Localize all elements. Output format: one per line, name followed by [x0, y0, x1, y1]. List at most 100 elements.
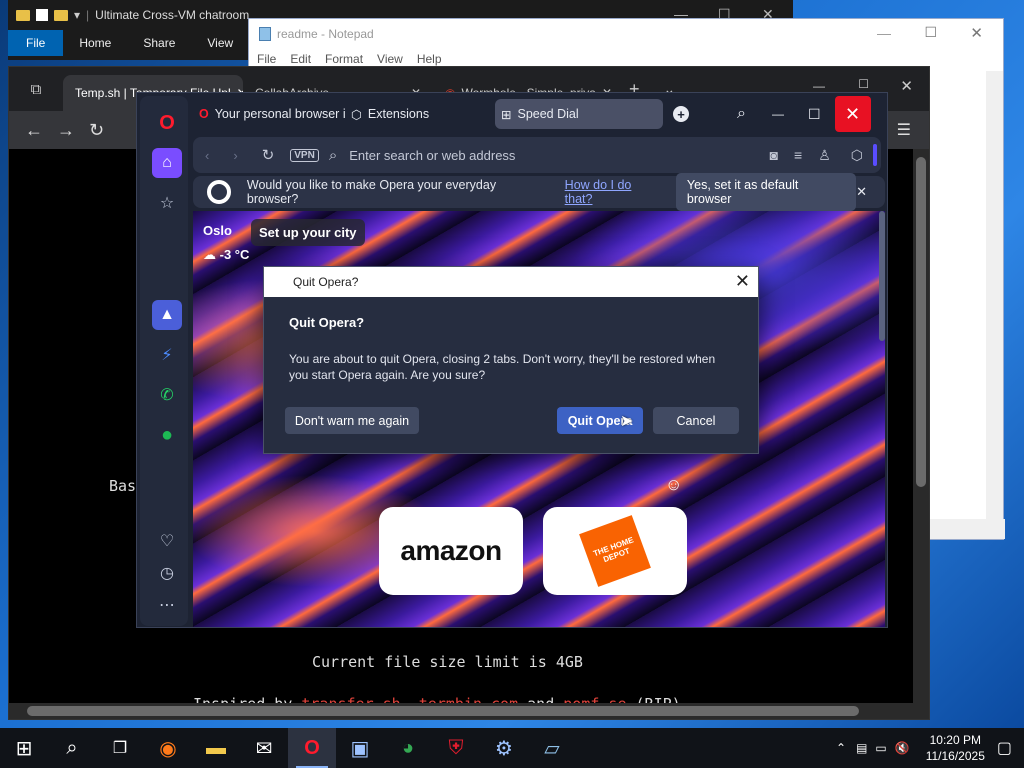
vm-icon[interactable]: ▤ [856, 741, 867, 755]
banner-help-link[interactable]: How do I do that? [565, 178, 662, 206]
home-icon[interactable]: ⌂ [152, 148, 182, 178]
setup-city-button[interactable]: Set up your city [251, 219, 365, 246]
forward-icon[interactable]: → [57, 120, 75, 141]
back-icon[interactable]: ← [25, 120, 43, 141]
search-icon[interactable]: ⌕ [737, 105, 746, 123]
vertical-scrollbar[interactable] [913, 149, 929, 705]
close-icon[interactable]: ✕ [900, 77, 913, 95]
tools-icon[interactable]: ⚙ [480, 728, 528, 768]
check-icon [36, 9, 48, 21]
network-icon[interactable]: ▭ [875, 741, 886, 755]
ribbon-share[interactable]: Share [127, 36, 191, 50]
start-icon[interactable]: ⊞ [0, 728, 48, 768]
cancel-button[interactable]: Cancel [653, 407, 739, 434]
tab-personal-browser[interactable]: O Your personal browser is [193, 99, 345, 129]
extensions-icon[interactable]: ⬡ [851, 147, 863, 164]
back-icon[interactable]: ‹ [205, 148, 209, 163]
task-view-icon[interactable]: ❐ [96, 728, 144, 768]
extensions-icon: ⬡ [351, 107, 362, 122]
close-icon[interactable]: ✕ [970, 24, 983, 42]
opera-address-bar[interactable]: ‹ › ↻ VPN ⌕ Enter search or web address … [193, 137, 881, 173]
menu-edit[interactable]: Edit [290, 52, 311, 66]
opera-taskbar-icon[interactable]: O [288, 728, 336, 768]
history-icon[interactable]: ◷ [152, 558, 182, 588]
maximize-icon[interactable]: ☐ [808, 106, 821, 123]
chevron-up-icon[interactable]: ⌃ [836, 741, 846, 755]
text-partial: Bas [109, 477, 137, 495]
size-limit-text: Current file size limit is 4GB [312, 653, 583, 671]
scroll-thumb[interactable] [27, 706, 859, 716]
tab-title: Speed Dial [517, 107, 579, 121]
search-icon[interactable]: ⌕ [48, 728, 96, 768]
horizontal-scrollbar[interactable] [929, 519, 1005, 539]
volume-mute-icon[interactable]: 🔇 [895, 741, 910, 755]
weather-temp: ☁ -3 °C [203, 247, 249, 263]
mouse-cursor-icon: ➤ [620, 413, 634, 430]
more-icon[interactable]: ⋯ [152, 590, 182, 620]
chrome-icon[interactable]: ◕ [384, 728, 432, 768]
reload-icon[interactable]: ↻ [89, 120, 104, 141]
clock[interactable]: 10:20 PM 11/16/2025 [926, 732, 985, 764]
folder-icon [54, 9, 68, 21]
maximize-icon[interactable]: ☐ [858, 77, 869, 91]
firefox-icon[interactable]: ◉ [144, 728, 192, 768]
speed-dial-amazon[interactable]: amazon [379, 507, 523, 595]
menu-view[interactable]: View [377, 52, 403, 66]
menu-format[interactable]: Format [325, 52, 363, 66]
speed-dial-home-depot[interactable]: THE HOME DEPOT [543, 507, 687, 595]
mcafee-icon[interactable]: ⛨ [432, 728, 480, 768]
menu-file[interactable]: File [257, 52, 276, 66]
aria-icon[interactable]: ▲ [152, 300, 182, 330]
notifications-icon[interactable]: ▢ [997, 738, 1012, 758]
maximize-icon[interactable]: ☐ [924, 24, 937, 41]
easy-setup-icon[interactable]: ≡ [794, 147, 802, 163]
tab-search-icon[interactable]: ⧉ [9, 81, 63, 98]
new-tab-icon[interactable]: + [673, 106, 689, 122]
notepad-title: readme - Notepad [277, 27, 374, 41]
tab-title: Extensions [367, 107, 430, 121]
minimize-icon[interactable]: — [877, 25, 891, 41]
dialog-titlebar: Quit Opera? ✕ [264, 267, 758, 297]
speed-dial-star-icon[interactable]: ☆ [152, 188, 182, 218]
whatsapp-icon[interactable]: ✆ [152, 380, 182, 410]
minimize-icon[interactable]: — [813, 79, 825, 93]
ribbon-file[interactable]: File [8, 30, 64, 56]
weather-city[interactable]: Oslo [203, 223, 232, 238]
dropdown-icon[interactable]: ▾ [74, 8, 80, 22]
amazon-logo: amazon [400, 535, 502, 566]
minimize-icon[interactable]: — [772, 107, 784, 121]
default-browser-banner: Would you like to make Opera your everyd… [193, 173, 885, 211]
notepad-taskbar-icon[interactable]: ▱ [528, 728, 576, 768]
close-icon[interactable]: ✕ [834, 96, 871, 132]
close-icon[interactable]: ✕ [735, 271, 750, 292]
address-input[interactable]: Enter search or web address [349, 148, 515, 163]
ribbon-view[interactable]: View [191, 36, 249, 50]
vertical-scrollbar[interactable] [986, 71, 1003, 521]
scroll-thumb[interactable] [916, 157, 926, 487]
horizontal-scrollbar[interactable] [9, 703, 929, 719]
file-explorer-icon[interactable]: ▬ [192, 728, 240, 768]
tab-speed-dial[interactable]: ⊞ Speed Dial [495, 99, 663, 129]
messenger-icon[interactable]: ⚡ [152, 340, 182, 370]
opera-icon [207, 180, 231, 204]
menu-help[interactable]: Help [417, 52, 442, 66]
vpn-badge[interactable]: VPN [290, 148, 319, 162]
scroll-thumb[interactable] [879, 211, 885, 341]
mail-icon[interactable]: ✉ [240, 728, 288, 768]
tab-extensions[interactable]: ⬡ Extensions [345, 99, 495, 129]
ribbon-home[interactable]: Home [63, 36, 127, 50]
dont-warn-button[interactable]: Don't warn me again [285, 407, 419, 434]
network-app-icon[interactable]: ▣ [336, 728, 384, 768]
close-icon[interactable]: ✕ [856, 184, 867, 200]
opera-logo-icon[interactable]: O [152, 108, 182, 138]
smiley-icon[interactable]: ☺ [665, 475, 682, 495]
notepad-icon [259, 27, 271, 41]
camera-icon[interactable]: ◙ [770, 147, 778, 163]
set-default-button[interactable]: Yes, set it as default browser [675, 173, 857, 211]
account-icon[interactable]: ♙ [818, 147, 831, 164]
forward-icon[interactable]: › [233, 148, 237, 163]
heart-icon[interactable]: ♡ [152, 526, 182, 556]
menu-icon[interactable]: ☰ [897, 120, 911, 140]
reload-icon[interactable]: ↻ [262, 146, 275, 164]
spotify-icon[interactable]: ● [152, 420, 182, 450]
